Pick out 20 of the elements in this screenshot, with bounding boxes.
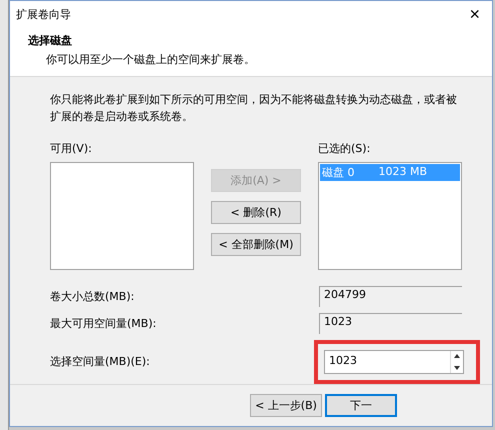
spinner-field[interactable]: 1023 — [324, 350, 464, 374]
readonly-field: 1023 — [319, 312, 462, 334]
step-subtitle: 你可以用至少一个磁盘上的空间来扩展卷。 — [45, 52, 256, 68]
notice-text: 你只能将此卷扩展到如下所示的可用空间，因为不能将磁盘转换为动态磁盘，或者被扩展的卷是启动卷或系统卷。 — [50, 92, 458, 125]
transfer-button[interactable]: < 删除(R) — [211, 200, 301, 224]
disk-name: 磁盘 0 — [322, 164, 354, 180]
transfer-button[interactable]: < 全部删除(M) — [211, 232, 301, 256]
field-label: 选择空间量(MB)(E): — [50, 354, 150, 370]
close-button[interactable]: × — [469, 5, 480, 24]
nav-button[interactable]: < 上一步(B) — [250, 394, 322, 417]
nav-button[interactable]: 下一 — [325, 394, 397, 417]
disk-size: 1023 MB — [378, 164, 428, 180]
available-label: 可用(V): — [50, 140, 93, 156]
selected-label: 已选的(S): — [318, 140, 372, 156]
step-title: 选择磁盘 — [28, 33, 73, 48]
field-label: 最大可用空间量(MB): — [50, 316, 156, 331]
window-title: 扩展卷向导 — [16, 6, 71, 22]
field-label: 卷大小总数(MB): — [50, 288, 134, 304]
available-list[interactable] — [50, 162, 194, 270]
readonly-field: 204799 — [319, 286, 462, 307]
